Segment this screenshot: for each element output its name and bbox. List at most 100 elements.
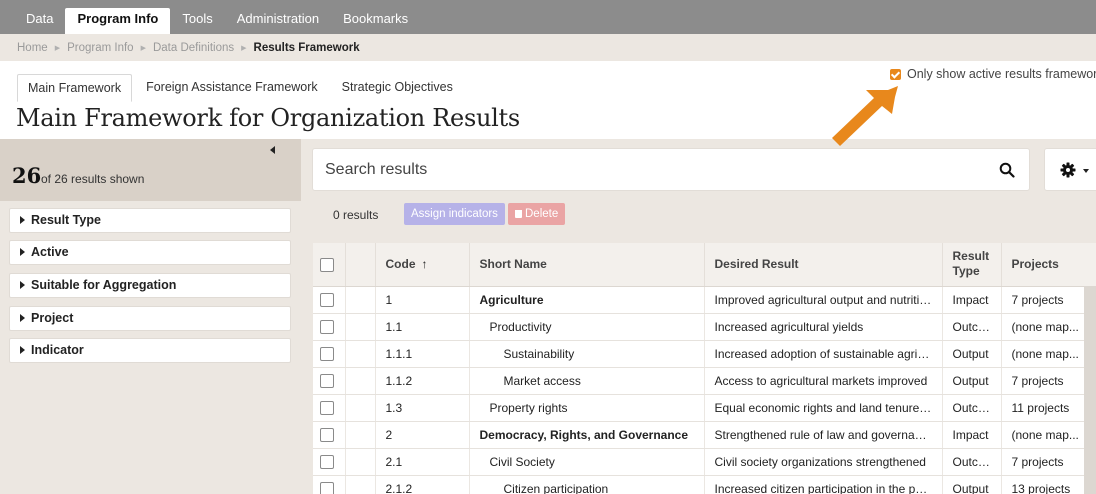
header-result-type[interactable]: Result Type <box>942 243 1002 287</box>
row-checkbox[interactable] <box>320 400 334 415</box>
active-only-toggle[interactable]: Only show active results framework <box>890 67 1096 81</box>
row-checkbox[interactable] <box>320 373 334 388</box>
row-checkbox[interactable] <box>320 346 334 361</box>
row-select-cell <box>313 448 346 476</box>
breadcrumb-home[interactable]: Home <box>17 42 48 54</box>
active-only-checkbox[interactable] <box>890 68 901 80</box>
cell-desired-result: Strengthened rule of law and governance <box>704 421 943 449</box>
row-spacer <box>345 448 376 476</box>
assign-indicators-button[interactable]: Assign indicators <box>404 203 505 225</box>
table-row[interactable]: 1.1 Productivity Increased agricultural yi… <box>313 313 1096 341</box>
facet-suitable-for-aggregation[interactable]: Suitable for Aggregation <box>9 273 291 298</box>
table-row[interactable]: 2.1 Civil Society Civil society organizati… <box>313 448 1096 476</box>
expand-triangle-icon <box>20 248 25 256</box>
tab-foreign-assistance-framework[interactable]: Foreign Assistance Framework <box>136 74 328 102</box>
facet-label: Indicator <box>31 343 84 357</box>
header-projects[interactable]: Projects <box>1001 243 1096 287</box>
row-checkbox[interactable] <box>320 292 334 307</box>
cell-short-name: Sustainability <box>469 340 705 368</box>
cell-short-name: Democracy, Rights, and Governance <box>469 421 705 449</box>
row-checkbox[interactable] <box>320 319 334 334</box>
cell-projects: 11 projects <box>1001 394 1096 422</box>
facet-label: Project <box>31 311 74 325</box>
breadcrumb-separator-icon: ▶ <box>140 44 146 52</box>
table-row[interactable]: 2 Democracy, Rights, and Governance Streng… <box>313 421 1096 449</box>
nav-tools[interactable]: Tools <box>170 8 224 34</box>
table-row[interactable]: 1.1.2 Market access Access to agricultural… <box>313 367 1096 395</box>
cell-short-name: Civil Society <box>469 448 705 476</box>
header-spacer <box>345 243 376 287</box>
results-panel: Search results 0 results Assign indicato… <box>301 139 1096 494</box>
table-header-row: Code ↑ Short Name Desired Result Result T… <box>313 243 1096 287</box>
results-toolbar: 0 results Assign indicators Delete <box>301 199 1096 235</box>
cell-result-type: Output <box>942 475 1002 494</box>
nav-program-info[interactable]: Program Info <box>65 8 171 34</box>
expand-triangle-icon <box>20 314 25 322</box>
row-spacer <box>345 367 376 395</box>
sort-ascending-icon: ↑ <box>421 257 428 272</box>
page-title: Main Framework for Organization Results <box>16 104 520 132</box>
tab-strategic-objectives[interactable]: Strategic Objectives <box>332 74 463 102</box>
settings-menu-button[interactable] <box>1044 148 1096 191</box>
row-checkbox[interactable] <box>320 454 334 469</box>
collapse-sidebar-icon[interactable] <box>270 146 275 154</box>
cell-projects: (none map... <box>1001 340 1096 368</box>
table-row[interactable]: 1.3 Property rights Equal economic rights … <box>313 394 1096 422</box>
nav-bookmarks[interactable]: Bookmarks <box>331 8 420 34</box>
trash-icon <box>515 210 522 218</box>
result-count-number: 26 <box>12 163 42 188</box>
search-icon[interactable] <box>999 162 1015 178</box>
facet-project[interactable]: Project <box>9 306 291 331</box>
row-select-cell <box>313 394 346 422</box>
search-input[interactable]: Search results <box>325 161 427 179</box>
search-box[interactable]: Search results <box>312 148 1030 191</box>
row-select-cell <box>313 313 346 341</box>
facet-label: Result Type <box>31 213 101 227</box>
table-row[interactable]: 1.1.1 Sustainability Increased adoption of… <box>313 340 1096 368</box>
cell-projects: (none map... <box>1001 421 1096 449</box>
row-select-cell <box>313 475 346 494</box>
breadcrumb-program-info[interactable]: Program Info <box>67 42 133 54</box>
breadcrumb-data-definitions[interactable]: Data Definitions <box>153 42 234 54</box>
table-row[interactable]: 2.1.2 Citizen participation Increased citi… <box>313 475 1096 494</box>
pointer-arrow-icon <box>832 86 898 146</box>
cell-projects: 7 projects <box>1001 367 1096 395</box>
facet-indicator[interactable]: Indicator <box>9 338 291 363</box>
active-only-label: Only show active results framework <box>907 67 1096 81</box>
table-row[interactable]: 1 Agriculture Improved agricultural output… <box>313 286 1096 314</box>
row-spacer <box>345 286 376 314</box>
expand-triangle-icon <box>20 216 25 224</box>
chevron-down-icon <box>1083 169 1089 173</box>
cell-code: 1.1.2 <box>375 367 470 395</box>
facet-label: Suitable for Aggregation <box>31 278 177 292</box>
select-all-checkbox[interactable] <box>320 257 334 272</box>
cell-result-type: Impact <box>942 286 1002 314</box>
cell-desired-result: Civil society organizations strengthened <box>704 448 943 476</box>
cell-desired-result: Increased citizen participation in the p… <box>704 475 943 494</box>
cell-result-type: Outcome <box>942 313 1002 341</box>
vertical-scrollbar[interactable] <box>1084 286 1096 494</box>
cell-code: 1.1 <box>375 313 470 341</box>
tab-main-framework[interactable]: Main Framework <box>17 74 133 102</box>
delete-button[interactable]: Delete <box>508 203 566 225</box>
expand-triangle-icon <box>20 281 25 289</box>
row-spacer <box>345 421 376 449</box>
row-checkbox[interactable] <box>320 481 334 494</box>
nav-administration[interactable]: Administration <box>225 8 331 34</box>
facet-result-type[interactable]: Result Type <box>9 208 291 233</box>
framework-tabs: Main Framework Foreign Assistance Framew… <box>17 74 467 102</box>
header-code[interactable]: Code ↑ <box>375 243 470 287</box>
cell-desired-result: Increased adoption of sustainable agricu… <box>704 340 943 368</box>
header-short-name[interactable]: Short Name <box>469 243 705 287</box>
breadcrumb-separator-icon: ▶ <box>54 44 61 52</box>
header-desired-result[interactable]: Desired Result <box>704 243 943 287</box>
cell-projects: (none map... <box>1001 313 1096 341</box>
cell-code: 1.3 <box>375 394 470 422</box>
row-checkbox[interactable] <box>320 427 334 442</box>
delete-label: Delete <box>525 208 559 220</box>
results-table: Code ↑ Short Name Desired Result Result T… <box>313 243 1096 494</box>
facet-active[interactable]: Active <box>9 240 291 265</box>
nav-data[interactable]: Data <box>14 8 65 34</box>
cell-code: 2 <box>375 421 470 449</box>
cell-code: 2.1.2 <box>375 475 470 494</box>
